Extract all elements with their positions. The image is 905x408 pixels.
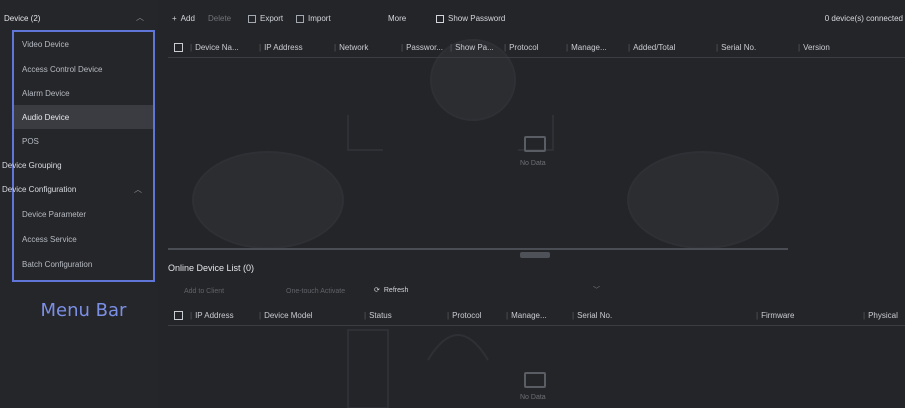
select-all-checkbox[interactable] [174, 43, 183, 52]
column-serial-no[interactable]: Serial No. [572, 311, 612, 320]
column-ip-address[interactable]: IP Address [190, 311, 234, 320]
sidebar-header[interactable]: Device (2) ︿ [0, 8, 158, 28]
sidebar-item-label: Access Service [22, 234, 77, 244]
column-device-model[interactable]: Device Model [259, 311, 312, 320]
column-management[interactable]: Manage... [506, 311, 547, 320]
delete-button[interactable]: Delete [208, 14, 231, 23]
sidebar-item-label: Device Grouping [2, 160, 62, 170]
chevron-up-icon[interactable]: ︿ [134, 184, 142, 195]
column-management[interactable]: Manage... [566, 43, 607, 52]
online-device-list-title: Online Device List (0) [168, 263, 255, 273]
add-button[interactable]: + Add [172, 14, 195, 23]
sidebar: Device (2) ︿ Video Device Access Control… [0, 0, 158, 408]
sidebar-item-device-configuration[interactable]: Device Configuration ︿ [0, 177, 156, 201]
add-to-client-button[interactable]: Add to Client [184, 288, 224, 295]
device-table-header: Device Na... IP Address Network Passwor.… [168, 38, 905, 58]
show-password-label: Show Password [448, 14, 506, 23]
sidebar-item-label: Audio Device [22, 112, 70, 122]
panel-splitter[interactable] [168, 248, 788, 250]
column-ip-address[interactable]: IP Address [259, 43, 303, 52]
sidebar-item-label: Device Configuration [2, 184, 77, 194]
show-password-checkbox[interactable] [436, 14, 444, 23]
add-label: Add [180, 14, 195, 23]
chevron-up-icon[interactable]: ︿ [136, 12, 144, 23]
no-data-icon [524, 136, 546, 152]
sidebar-item-alarm-device[interactable]: Alarm Device [14, 81, 153, 105]
show-password-toggle[interactable]: Show Password [436, 14, 505, 23]
device-table-empty-text: No Data [520, 160, 546, 167]
sidebar-item-pos[interactable]: POS [14, 129, 153, 153]
column-protocol[interactable]: Protocol [447, 311, 481, 320]
column-show-password[interactable]: Show Pa... [450, 43, 494, 52]
more-button[interactable]: More [388, 14, 406, 23]
column-password[interactable]: Passwor... [401, 43, 443, 52]
refresh-button[interactable]: ⟳ Refresh [374, 286, 409, 295]
sidebar-item-label: Batch Configuration [22, 259, 93, 269]
online-table-empty-text: No Data [520, 394, 546, 401]
one-touch-activate-button[interactable]: One-touch Activate [286, 288, 345, 295]
sidebar-item-label: Alarm Device [22, 88, 70, 98]
main-panel: + Add Delete Export Import More Show Pas… [158, 0, 905, 408]
column-firmware[interactable]: Firmware [756, 311, 794, 320]
export-button[interactable]: Export [248, 14, 283, 23]
no-data-icon [524, 372, 546, 388]
column-protocol[interactable]: Protocol [504, 43, 538, 52]
background-watermark [192, 39, 779, 408]
sidebar-item-label: Access Control Device [22, 64, 103, 74]
import-button[interactable]: Import [296, 14, 331, 23]
more-label: More [388, 14, 407, 23]
sidebar-item-access-control-device[interactable]: Access Control Device [14, 57, 153, 81]
plus-icon: + [172, 14, 177, 23]
sidebar-item-label: Device Parameter [22, 209, 87, 219]
export-label: Export [260, 14, 284, 23]
select-all-online-checkbox[interactable] [174, 311, 183, 320]
sidebar-item-label: Video Device [22, 39, 69, 49]
import-icon [296, 14, 304, 23]
column-version[interactable]: Version [798, 43, 830, 52]
refresh-icon: ⟳ [374, 287, 380, 294]
menu-bar-caption: Menu Bar [40, 300, 127, 321]
sidebar-item-device-grouping[interactable]: Device Grouping [0, 153, 156, 177]
column-physical[interactable]: Physical [863, 311, 898, 320]
export-icon [248, 14, 256, 23]
column-added-total[interactable]: Added/Total [628, 43, 675, 52]
online-table-header: IP Address Device Model Status Protocol … [168, 306, 905, 326]
toolbar: + Add Delete Export Import More Show Pas… [158, 8, 905, 32]
sidebar-item-batch-configuration[interactable]: Batch Configuration [14, 252, 153, 276]
online-toolbar: Add to Client One-touch Activate ⟳ Refre… [168, 285, 905, 301]
column-network[interactable]: Network [334, 43, 368, 52]
column-device-name[interactable]: Device Na... [190, 43, 239, 52]
column-serial-no[interactable]: Serial No. [716, 43, 756, 52]
column-status[interactable]: Status [364, 311, 392, 320]
chevron-down-icon[interactable]: ﹀ [593, 285, 600, 295]
splitter-handle[interactable] [520, 252, 550, 258]
refresh-label: Refresh [383, 286, 409, 294]
sidebar-item-label: POS [22, 136, 39, 146]
sidebar-item-video-device[interactable]: Video Device [14, 32, 153, 56]
sidebar-item-device-parameter[interactable]: Device Parameter [14, 202, 153, 226]
sidebar-header-label: Device (2) [4, 13, 41, 23]
import-label: Import [308, 14, 331, 23]
connected-count: 0 device(s) connected [824, 14, 903, 23]
sidebar-item-audio-device[interactable]: Audio Device [14, 105, 153, 129]
sidebar-item-access-service[interactable]: Access Service [14, 227, 153, 251]
delete-label: Delete [208, 14, 232, 23]
